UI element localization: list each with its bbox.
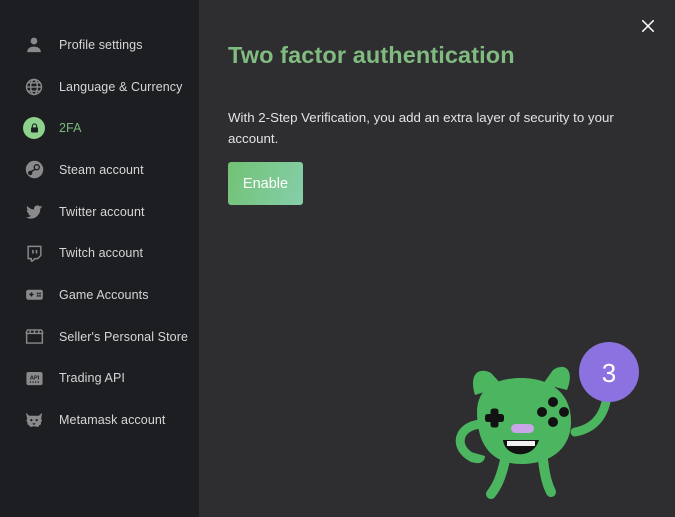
mascot-arm-right — [570, 391, 612, 437]
sidebar-item-twitter-account[interactable]: Twitter account — [0, 191, 199, 233]
sidebar-item-label: Seller's Personal Store — [59, 329, 189, 344]
sidebar-item-label: Twitter account — [59, 204, 145, 219]
mascot-illustration: 3 — [447, 340, 647, 510]
person-icon — [22, 33, 46, 57]
settings-modal: Profile settings Language & Currency 2FA… — [0, 0, 675, 517]
page-title: Two factor authentication — [228, 41, 515, 68]
gamepad-icon — [22, 283, 46, 307]
twitch-icon — [22, 241, 46, 265]
mascot-leg-left — [486, 455, 510, 499]
main-content: Two factor authentication With 2-Step Ve… — [199, 0, 675, 517]
lock-icon — [22, 116, 46, 140]
notification-badge-value: 3 — [602, 358, 616, 388]
sidebar-item-label: Metamask account — [59, 413, 166, 428]
sidebar-item-sellers-personal-store[interactable]: Seller's Personal Store — [0, 316, 199, 358]
globe-icon — [22, 75, 46, 99]
sidebar-item-metamask-account[interactable]: Metamask account — [0, 399, 199, 441]
fox-icon — [22, 408, 46, 432]
sidebar-item-steam-account[interactable]: Steam account — [0, 149, 199, 191]
sidebar-item-label: Profile settings — [59, 37, 143, 52]
sidebar-item-language-currency[interactable]: Language & Currency — [0, 66, 199, 108]
sidebar-item-trading-api[interactable]: API Trading API — [0, 358, 199, 400]
mascot-teeth — [507, 441, 535, 446]
sidebar-item-label: Steam account — [59, 162, 144, 177]
svg-text:API: API — [29, 376, 39, 382]
twitter-icon — [22, 200, 46, 224]
sidebar-item-label: Game Accounts — [59, 287, 149, 302]
sidebar-item-label: 2FA — [59, 121, 82, 136]
sidebar-item-2fa[interactable]: 2FA — [0, 107, 199, 149]
steam-icon — [22, 158, 46, 182]
sidebar-item-profile-settings[interactable]: Profile settings — [0, 24, 199, 66]
store-icon — [22, 325, 46, 349]
settings-sidebar: Profile settings Language & Currency 2FA… — [0, 0, 199, 517]
mascot-leg-right — [538, 455, 556, 497]
lock-icon-badge — [23, 117, 45, 140]
close-icon[interactable] — [635, 13, 661, 39]
sidebar-item-label: Language & Currency — [59, 79, 183, 94]
sidebar-item-game-accounts[interactable]: Game Accounts — [0, 274, 199, 316]
mascot-nose — [511, 424, 534, 433]
enable-button[interactable]: Enable — [228, 162, 303, 205]
api-icon: API — [22, 366, 46, 390]
sidebar-item-twitch-account[interactable]: Twitch account — [0, 232, 199, 274]
sidebar-item-label: Trading API — [59, 371, 125, 386]
description-text: With 2-Step Verification, you add an ext… — [228, 110, 614, 147]
sidebar-item-label: Twitch account — [59, 246, 144, 261]
